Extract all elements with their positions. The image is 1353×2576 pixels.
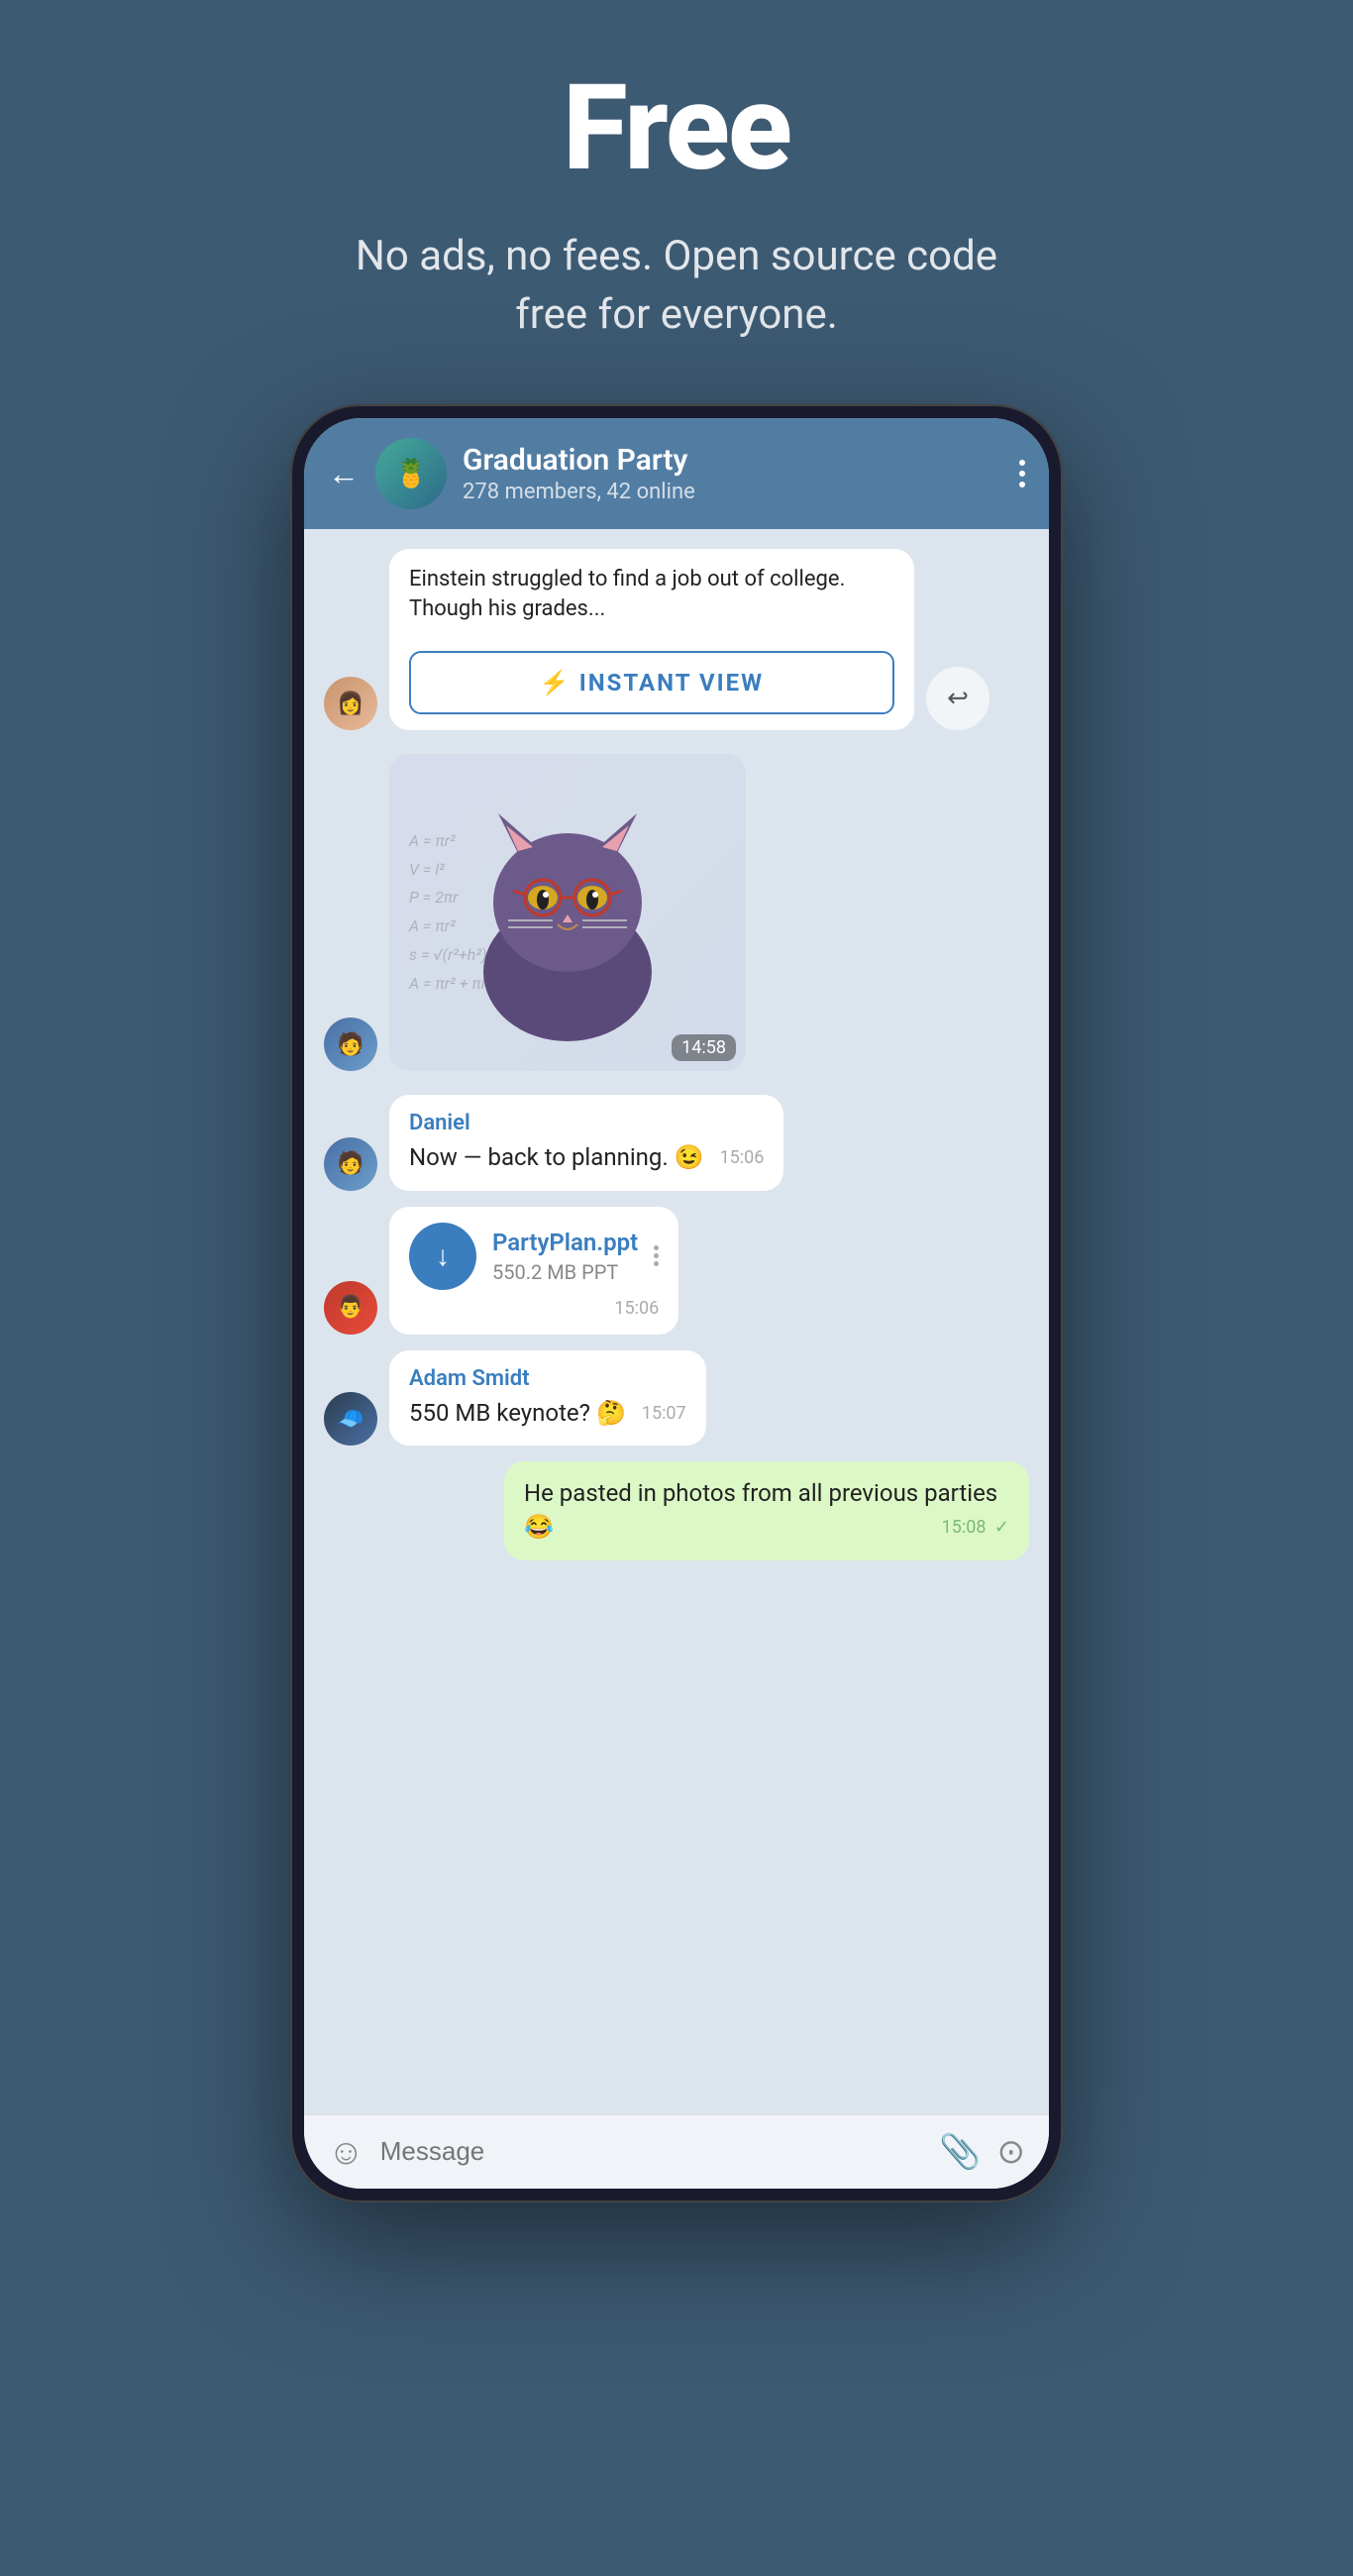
chat-area: 👩 Einstein struggled to find a job out o… — [304, 529, 1049, 2114]
message-sender: Adam Smidt — [409, 1366, 686, 1391]
file-size: 550.2 MB PPT — [492, 1260, 638, 1284]
table-row: 👩 Einstein struggled to find a job out o… — [324, 549, 1029, 731]
sticker-time: 14:58 — [672, 1034, 736, 1061]
avatar: 👨 — [324, 1281, 377, 1335]
file-info: PartyPlan.ppt 550.2 MB PPT — [492, 1229, 638, 1284]
table-row: He pasted in photos from all previous pa… — [324, 1461, 1029, 1559]
more-dot — [1019, 460, 1025, 466]
file-time: 15:06 — [409, 1298, 659, 1319]
lightning-icon: ⚡ — [540, 669, 570, 697]
message-time: 15:08 ✓ — [942, 1515, 1009, 1540]
attach-button[interactable]: 📎 — [939, 2132, 981, 2172]
emoji-button[interactable]: ☺ — [328, 2131, 364, 2173]
back-button[interactable]: ← — [328, 455, 360, 492]
check-mark: ✓ — [994, 1517, 1009, 1538]
message-time: 15:07 — [642, 1401, 686, 1426]
sticker-image: A = πr²V = l²P = 2πrA = πr²s = √(r²+h²)A… — [389, 754, 746, 1071]
phone-mockup: ← 🍍 Graduation Party 278 members, 42 onl… — [290, 404, 1063, 2202]
more-dot — [654, 1261, 659, 1266]
forward-button[interactable]: ↩ — [926, 667, 989, 730]
table-row: 👨 ↓ PartyPlan.ppt 550.2 MB PPT — [324, 1207, 1029, 1335]
message-time: 15:06 — [720, 1145, 765, 1170]
hero-title: Free — [563, 59, 790, 198]
download-icon: ↓ — [436, 1239, 450, 1272]
message-bubble: Daniel Now — back to planning. 😉 15:06 — [389, 1095, 783, 1191]
group-name: Graduation Party — [463, 443, 1003, 478]
table-row: 🧑 A = πr²V = l²P = 2πrA = πr²s = √(r²+h²… — [324, 754, 1029, 1071]
group-avatar: 🍍 — [375, 438, 447, 509]
hero-subtitle: No ads, no fees. Open source code free f… — [330, 228, 1023, 345]
file-row: ↓ PartyPlan.ppt 550.2 MB PPT — [409, 1223, 659, 1290]
file-name: PartyPlan.ppt — [492, 1229, 638, 1256]
group-info: Graduation Party 278 members, 42 online — [463, 443, 1003, 504]
message-text: He pasted in photos from all previous pa… — [524, 1477, 1009, 1544]
message-bubble: Adam Smidt 550 MB keynote? 🤔 15:07 — [389, 1350, 706, 1447]
avatar: 👩 — [324, 677, 377, 730]
sticker-bubble: A = πr²V = l²P = 2πrA = πr²s = √(r²+h²)A… — [389, 754, 746, 1071]
instant-view-button[interactable]: ⚡ INSTANT VIEW — [409, 651, 894, 714]
more-dot — [654, 1253, 659, 1258]
download-button[interactable]: ↓ — [409, 1223, 476, 1290]
avatar: 🧑 — [324, 1137, 377, 1191]
group-members: 278 members, 42 online — [463, 480, 1003, 504]
math-background: A = πr²V = l²P = 2πrA = πr²s = √(r²+h²)A… — [389, 754, 746, 1071]
forward-icon: ↩ — [947, 684, 969, 713]
table-row: 🧢 Adam Smidt 550 MB keynote? 🤔 15:07 — [324, 1350, 1029, 1447]
message-text: 550 MB keynote? 🤔 15:07 — [409, 1397, 686, 1431]
camera-button[interactable]: ⊙ — [997, 2132, 1026, 2172]
more-dot — [1019, 482, 1025, 487]
more-dot — [654, 1245, 659, 1250]
message-input[interactable] — [380, 2136, 923, 2167]
file-more-button[interactable] — [654, 1245, 659, 1266]
article-text: Einstein struggled to find a job out of … — [409, 565, 894, 626]
table-row: 🧑 Daniel Now — back to planning. 😉 15:06 — [324, 1095, 1029, 1191]
message-text: Now — back to planning. 😉 15:06 — [409, 1141, 764, 1175]
article-bubble: Einstein struggled to find a job out of … — [389, 549, 914, 731]
chat-header: ← 🍍 Graduation Party 278 members, 42 onl… — [304, 418, 1049, 529]
file-bubble: ↓ PartyPlan.ppt 550.2 MB PPT 15:06 — [389, 1207, 678, 1335]
avatar: 🧢 — [324, 1392, 377, 1446]
avatar: 🧑 — [324, 1018, 377, 1071]
more-button[interactable] — [1019, 460, 1025, 487]
phone-screen: ← 🍍 Graduation Party 278 members, 42 onl… — [304, 418, 1049, 2189]
more-dot — [1019, 471, 1025, 477]
instant-view-label: INSTANT VIEW — [579, 669, 764, 697]
own-message-bubble: He pasted in photos from all previous pa… — [504, 1461, 1029, 1559]
article-content: Einstein struggled to find a job out of … — [389, 549, 914, 642]
message-input-bar: ☺ 📎 ⊙ — [304, 2114, 1049, 2189]
message-sender: Daniel — [409, 1111, 764, 1135]
